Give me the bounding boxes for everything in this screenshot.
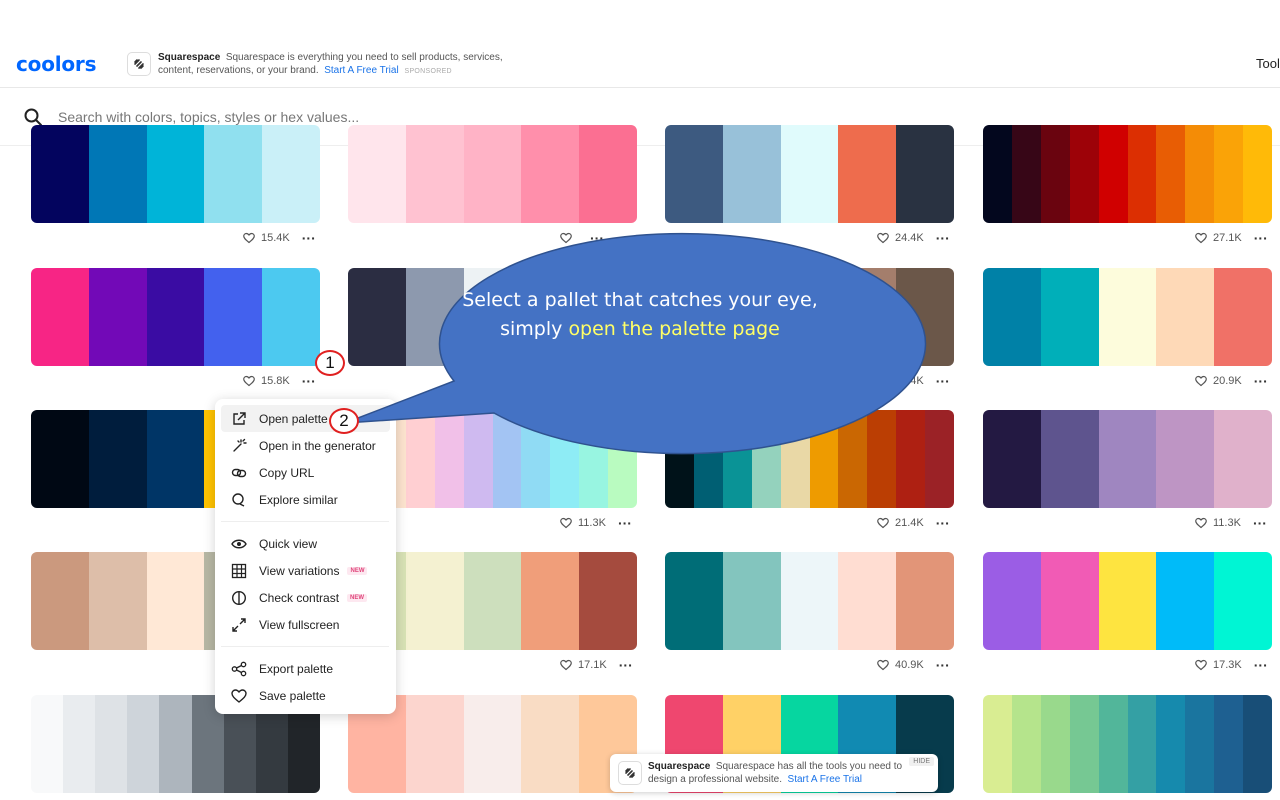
bottom-ad[interactable]: Squarespace Squarespace has all the tool… (610, 754, 938, 792)
bottom-ad-brand: Squarespace (648, 761, 711, 772)
hide-ad-button[interactable]: HIDE (909, 757, 934, 766)
squarespace-logo-icon (618, 761, 642, 785)
bottom-ad-text: Squarespace Squarespace has all the tool… (648, 760, 918, 786)
callout-text-highlight: open the palette page (568, 318, 780, 340)
step-2-marker: 2 (329, 408, 359, 434)
bottom-ad-cta-link[interactable]: Start A Free Trial (788, 774, 862, 785)
callout-bubble (344, 232, 927, 455)
callout-text: Select a pallet that catches your eye, s… (458, 286, 822, 344)
